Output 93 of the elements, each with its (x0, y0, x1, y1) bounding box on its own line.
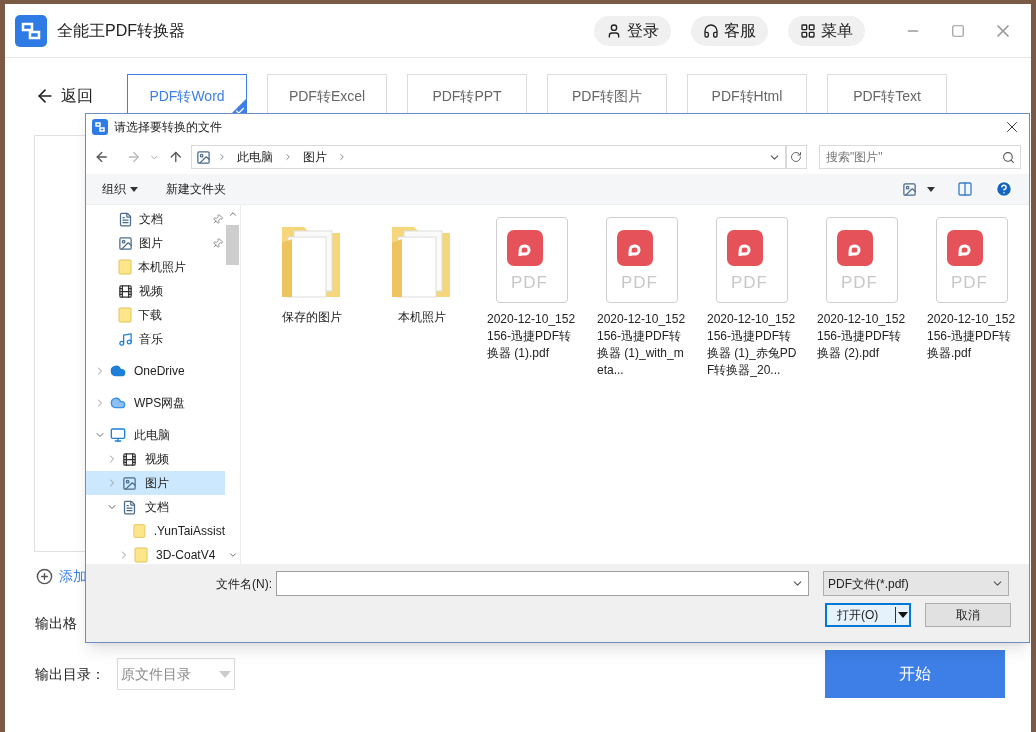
nav-tree-item[interactable]: OneDrive (86, 359, 225, 383)
film-icon (122, 451, 137, 467)
start-button[interactable]: 开始 (825, 650, 1005, 698)
scrollbar-thumb[interactable] (226, 225, 239, 265)
nav-tree-item[interactable]: 图片 (86, 471, 225, 495)
refresh-icon (790, 151, 803, 163)
nav-tree-label: 文档 (139, 211, 164, 228)
folder-icon (134, 547, 148, 563)
folder-icon (118, 259, 132, 275)
filename-label: 文件名(N): (215, 575, 273, 593)
document-icon (122, 499, 137, 515)
search-icon (1002, 151, 1015, 164)
nav-tree-label: .YunTaiAssist (153, 523, 225, 540)
computer-icon (110, 427, 126, 443)
nav-tree-item[interactable]: 音乐 (86, 327, 225, 351)
nav-tree-label: 视频 (145, 451, 169, 468)
file-name: 2020-12-10_152156-迅捷PDF转换器 (2).pdf (817, 311, 907, 362)
dialog-title: 请选择要转换的文件 (114, 119, 222, 136)
picture-icon (122, 475, 137, 491)
scroll-down-icon[interactable] (227, 550, 238, 560)
file-name: 本机照片 (397, 309, 447, 326)
nav-tree-label: 音乐 (139, 331, 164, 348)
output-directory-label: 输出目录： (35, 664, 106, 684)
headset-icon (703, 22, 719, 39)
header-button[interactable]: 登录 (594, 15, 671, 46)
app-logo-icon (15, 14, 47, 47)
cancel-button[interactable]: 取消 (925, 603, 1011, 627)
header-button[interactable]: 客服 (691, 15, 768, 46)
nav-tree-label: 视频 (139, 283, 164, 300)
address-bar[interactable]: 此电脑 图片 (191, 145, 786, 169)
help-icon[interactable] (995, 180, 1013, 198)
nav-tree-item[interactable]: 视频 (86, 279, 225, 303)
nav-tree-item[interactable]: 视频 (86, 447, 225, 471)
nav-tree-label: WPS网盘 (134, 395, 186, 412)
folder-item[interactable]: 本机照片 (367, 217, 477, 326)
output-format-label: 输出格 (35, 614, 77, 633)
add-icon[interactable] (36, 568, 53, 585)
dropdown-caret-icon (130, 186, 138, 192)
maximize-icon[interactable] (951, 23, 965, 38)
picture-icon (196, 149, 212, 165)
nav-tree-label: OneDrive (134, 363, 185, 380)
open-button[interactable]: 打开(O) (825, 603, 911, 627)
nav-tree-item[interactable]: 文档 (86, 495, 225, 519)
search-field[interactable]: 搜索"图片" (819, 145, 1021, 169)
nav-tree-item[interactable]: 3D-CoatV4 (86, 543, 225, 564)
toolbar-button[interactable]: 组织 (102, 180, 138, 198)
view-options-icon[interactable] (902, 181, 917, 197)
scroll-up-icon[interactable] (227, 209, 238, 219)
refresh-button[interactable] (785, 145, 807, 169)
file-name: 保存的图片 (281, 309, 343, 326)
nav-tree-item[interactable]: 下载 (86, 303, 225, 327)
file-name: 2020-12-10_152156-迅捷PDF转换器.pdf (927, 311, 1017, 362)
dropdown-caret-icon[interactable] (895, 607, 908, 623)
nav-tree-label: 文档 (145, 499, 169, 516)
nav-tree-label: 下载 (138, 307, 163, 324)
music-note-icon (118, 331, 133, 347)
header-button[interactable]: 菜单 (788, 15, 865, 46)
output-directory-select[interactable]: 原文件目录 (117, 658, 235, 690)
file-name: 2020-12-10_152156-迅捷PDF转换器 (1).pdf (487, 311, 577, 362)
file-name: 2020-12-10_152156-迅捷PDF转换器 (1)_with_meta... (597, 311, 687, 379)
nav-tree-label: 本机照片 (138, 259, 187, 276)
grid-icon (800, 22, 816, 39)
film-icon (118, 283, 133, 299)
preview-pane-icon[interactable] (957, 181, 973, 197)
nav-tree-label: 3D-CoatV4 (156, 547, 216, 564)
folder-icon (132, 523, 146, 539)
picture-icon (118, 235, 133, 251)
cloud-icon (110, 395, 126, 411)
app-title: 全能王PDF转换器 (57, 20, 185, 41)
folder-item[interactable]: 保存的图片 (257, 217, 367, 326)
nav-tree-item[interactable]: .YunTaiAssist (86, 519, 225, 543)
dropdown-caret-icon[interactable] (927, 186, 935, 192)
nav-tree-item[interactable]: WPS网盘 (86, 391, 225, 415)
toolbar-button[interactable]: 新建文件夹 (166, 180, 226, 198)
dialog-app-icon (92, 119, 108, 135)
nav-tree-label: 此电脑 (134, 427, 170, 444)
breadcrumb-item[interactable]: 图片 (303, 148, 328, 166)
nav-tree-label: 图片 (145, 475, 169, 492)
file-type-select[interactable]: PDF文件(*.pdf) (823, 571, 1009, 596)
user-icon (606, 22, 622, 39)
filename-input[interactable] (276, 571, 809, 596)
nav-tree-item[interactable]: 本机照片 (86, 255, 225, 279)
cloud-icon (110, 363, 126, 379)
nav-tree-label: 图片 (139, 235, 164, 252)
document-icon (118, 211, 133, 227)
file-name: 2020-12-10_152156-迅捷PDF转换器 (1)_赤兔PDF转换器_20... (707, 311, 797, 379)
dropdown-caret-icon (219, 670, 231, 678)
nav-tree-item[interactable]: 文档 (86, 207, 225, 231)
folder-icon (118, 307, 132, 323)
breadcrumb-item[interactable]: 此电脑 (237, 148, 274, 166)
nav-tree-item[interactable]: 图片 (86, 231, 225, 255)
nav-tree-item[interactable]: 此电脑 (86, 423, 225, 447)
back-button[interactable]: 返回 (35, 84, 127, 108)
